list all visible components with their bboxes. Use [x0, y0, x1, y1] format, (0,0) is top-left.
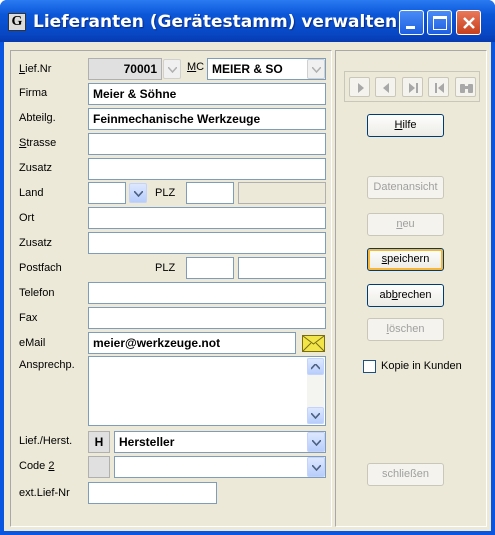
scroll-down-button[interactable] [307, 407, 324, 424]
email-label: eMail [19, 337, 46, 349]
schliessen-button[interactable]: schließen [367, 463, 444, 486]
firma-label: Firma [19, 87, 48, 99]
hilfe-button[interactable]: Hilfe [367, 114, 444, 137]
kopie-in-kunden-checkbox[interactable] [363, 360, 376, 373]
nav-first-icon [435, 83, 444, 93]
lief-herst-dropdown-button[interactable] [307, 432, 325, 452]
app-g-icon[interactable]: G [8, 13, 26, 31]
code-2-dropdown-button[interactable] [307, 457, 325, 477]
postfach-field[interactable] [238, 257, 326, 279]
kopie-in-kunden-label: Kopie in Kunden [381, 360, 462, 372]
datenansicht-button[interactable]: Datenansicht [367, 176, 444, 199]
dialog-client: Lief.Nr 70001 MC MEIER & SO Firma Meier … [4, 42, 491, 531]
plz-2-field[interactable] [186, 257, 234, 279]
ansprechp-textarea[interactable] [88, 356, 326, 426]
nav-next-icon [358, 83, 364, 93]
lief-nr-dropdown-button[interactable] [163, 59, 181, 79]
plz-2-label: PLZ [155, 262, 176, 274]
chevron-up-icon [311, 364, 320, 370]
loeschen-button[interactable]: löschen [367, 318, 444, 341]
abteilg-field[interactable]: Feinmechanische Werkzeuge [88, 108, 326, 130]
email-field[interactable]: meier@werkzeuge.not [88, 332, 296, 354]
mc-label: MC [187, 61, 205, 73]
chevron-down-icon [312, 67, 321, 73]
chevron-down-icon [312, 440, 321, 446]
code-2-select[interactable] [114, 456, 326, 478]
nav-prev-button[interactable] [375, 77, 396, 97]
zusatz-label: Zusatz [19, 162, 53, 174]
ort-field[interactable] [88, 207, 326, 229]
nav-last-icon [409, 83, 418, 93]
chevron-down-icon [134, 191, 143, 197]
binoculars-icon [460, 84, 473, 93]
side-panel: Hilfe Datenansicht neu speichern abbrech… [335, 50, 487, 527]
ansprechp-scrollbar[interactable] [307, 358, 324, 424]
neu-button[interactable]: neu [367, 213, 444, 236]
nav-first-button[interactable] [428, 77, 449, 97]
nav-search-button[interactable] [455, 77, 476, 97]
maximize-button[interactable] [427, 10, 452, 35]
plz-label: PLZ [155, 187, 176, 199]
lief-nr-label: Lief.Nr [19, 63, 52, 75]
chevron-down-icon [168, 67, 177, 73]
abteilg-label: Abteilg. [19, 112, 56, 124]
chevron-down-icon [311, 413, 320, 419]
lief-herst-select[interactable]: Hersteller [114, 431, 326, 453]
zusatz-2-label: Zusatz [19, 237, 53, 249]
telefon-field[interactable] [88, 282, 326, 304]
land-label: Land [19, 187, 44, 199]
minimize-button[interactable] [399, 10, 424, 35]
ext-lief-nr-field[interactable] [88, 482, 217, 504]
scroll-up-button[interactable] [307, 358, 324, 375]
form-panel: Lief.Nr 70001 MC MEIER & SO Firma Meier … [10, 50, 332, 527]
abbrechen-button[interactable]: abbrechen [367, 284, 444, 307]
chevron-down-icon [312, 465, 321, 471]
envelope-icon[interactable] [302, 335, 325, 352]
land-field[interactable] [88, 182, 126, 204]
title-bar[interactable]: G Lieferanten (Gerätestamm) verwalten [0, 0, 495, 42]
plz-field[interactable] [186, 182, 234, 204]
app-window: G Lieferanten (Gerätestamm) verwalten Li… [0, 0, 495, 535]
fax-field[interactable] [88, 307, 326, 329]
lief-herst-label: Lief./Herst. [19, 435, 73, 447]
mc-dropdown-button[interactable] [307, 59, 325, 79]
lief-herst-code-field[interactable]: H [88, 431, 110, 453]
telefon-label: Telefon [19, 287, 55, 299]
zusatz-2-field[interactable] [88, 232, 326, 254]
fax-label: Fax [19, 312, 38, 324]
code-2-code-field[interactable] [88, 456, 110, 478]
nav-next-button[interactable] [349, 77, 370, 97]
record-navigation [344, 71, 480, 102]
lief-nr-field[interactable]: 70001 [88, 58, 162, 80]
speichern-button[interactable]: speichern [367, 248, 444, 271]
window-title: Lieferanten (Gerätestamm) verwalten [33, 12, 398, 32]
close-icon [463, 17, 475, 29]
strasse-label: Strasse [19, 137, 57, 149]
minimize-icon [406, 26, 415, 29]
ansprechp-label: Ansprechp. [19, 359, 75, 371]
firma-field[interactable]: Meier & Söhne [88, 83, 326, 105]
strasse-field[interactable] [88, 133, 326, 155]
nav-prev-icon [383, 83, 389, 93]
maximize-icon [433, 16, 447, 30]
postfach-label: Postfach [19, 262, 62, 274]
ext-lief-nr-label: ext.Lief-Nr [19, 487, 70, 499]
plz-city-field [238, 182, 326, 204]
nav-last-button[interactable] [402, 77, 423, 97]
ort-label: Ort [19, 212, 35, 224]
close-button[interactable] [456, 10, 481, 35]
code-2-label: Code 2 [19, 460, 55, 472]
zusatz-field[interactable] [88, 158, 326, 180]
land-dropdown-button[interactable] [129, 183, 147, 203]
